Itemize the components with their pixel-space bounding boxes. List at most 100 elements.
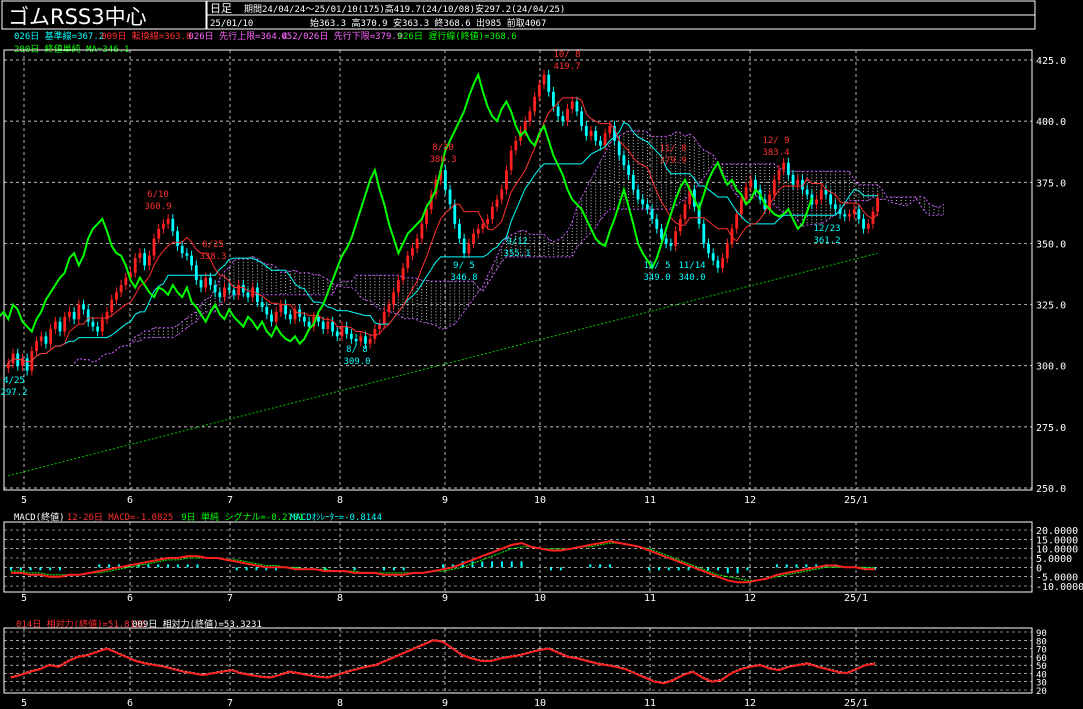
macd-plot xyxy=(9,540,877,584)
chart-canvas: ゴムRSS3中心 日足 期間24/04/24～25/01/10(175)高419… xyxy=(0,0,1083,709)
annotation-value: 360.9 xyxy=(144,202,171,212)
span-b-line xyxy=(73,163,944,364)
candle-body xyxy=(786,162,790,175)
period-info: 期間24/04/24～25/01/10(175)高419.7(24/10/08)… xyxy=(244,3,565,15)
tenkan-line xyxy=(7,97,879,364)
candle-body xyxy=(744,187,748,200)
annotation-date: 12/ 9 xyxy=(762,136,789,146)
candle-body xyxy=(411,248,414,256)
candle-body xyxy=(636,189,640,200)
candle-body xyxy=(6,363,10,369)
candle-body xyxy=(364,336,367,344)
candle-body xyxy=(631,174,635,190)
candle-body xyxy=(354,338,358,342)
candle-body xyxy=(349,333,353,339)
candle-body xyxy=(796,179,800,185)
macd-legend-item: MACD(終値) xyxy=(14,511,65,523)
candle-body xyxy=(166,218,170,224)
candle-body xyxy=(44,336,48,344)
candle-body xyxy=(143,253,147,266)
candle-body xyxy=(599,140,602,146)
candle-body xyxy=(124,277,128,286)
annotation-date: 4/25 xyxy=(3,376,25,386)
candle-body xyxy=(566,108,569,122)
candle-body xyxy=(345,326,349,334)
candle-body xyxy=(528,111,532,122)
annotation-date: 8/ 8 xyxy=(346,345,368,355)
candle-body xyxy=(218,292,222,298)
candle-body xyxy=(157,228,161,239)
annotation-date: 12/23 xyxy=(813,224,840,234)
candle-body xyxy=(255,287,259,303)
y-tick-label: -10.0000 xyxy=(1036,582,1083,593)
x-tick-label: 5 xyxy=(21,495,27,506)
candle-body xyxy=(392,292,396,305)
annotation-date: 9/12 xyxy=(506,237,528,247)
x-tick-label-rsi: 8 xyxy=(337,698,343,709)
candle-body xyxy=(265,307,269,315)
y-tick-label: 250.0 xyxy=(1036,484,1066,495)
legend: 026日 基準線=367.2009日 転換線=363.8026日 先行上限=36… xyxy=(14,30,517,55)
candle-body xyxy=(721,258,724,268)
candle-body xyxy=(204,277,208,288)
candle-body xyxy=(495,199,499,207)
candle-body xyxy=(415,238,419,249)
candle-body xyxy=(331,321,334,332)
candle-body xyxy=(63,316,67,332)
candle-body xyxy=(68,311,71,317)
candle-body xyxy=(829,194,833,205)
candle-body xyxy=(490,206,494,219)
x-tick-label: 9 xyxy=(442,495,448,506)
candle-body xyxy=(833,204,837,210)
annotation-date: 10/ 8 xyxy=(553,50,580,60)
candle-body xyxy=(368,338,372,344)
candle-body xyxy=(650,209,654,219)
x-tick-label-macd: 10 xyxy=(534,593,546,604)
y-tick-label: 275.0 xyxy=(1036,423,1066,434)
annotation-date: 8/30 xyxy=(432,143,454,153)
macd-legend: MACD(終値) 12-26日 MACD=-1.0825 9日 単純 シグナル=-0… xyxy=(14,511,382,523)
candle-body xyxy=(791,174,795,185)
annotation-value: 355.1 xyxy=(503,249,530,259)
candle-body xyxy=(190,255,194,266)
rsi-plot xyxy=(10,638,876,685)
candle-body xyxy=(91,321,95,327)
candle-body xyxy=(716,260,720,268)
candle-body xyxy=(462,238,466,254)
annotation-date: 11/ 8 xyxy=(659,144,686,154)
candle-body xyxy=(340,326,344,337)
candle-body xyxy=(194,265,198,281)
macd-legend-item: MACDｵｼﾚｰﾀｰ=-0.8144 xyxy=(290,512,382,523)
candle-body xyxy=(815,199,818,205)
candle-body xyxy=(561,116,565,122)
chikou-line xyxy=(0,71,813,346)
candle-body xyxy=(100,319,104,332)
annotation-value: 419.7 xyxy=(553,62,580,72)
candle-body xyxy=(223,287,226,298)
candle-body xyxy=(848,214,851,217)
candle-body xyxy=(77,304,81,320)
annotation-value: 361.2 xyxy=(813,236,840,246)
annotation-date: 11/ 5 xyxy=(643,261,670,271)
candle-body xyxy=(171,218,175,232)
candle-body xyxy=(556,106,560,117)
annotation-date: 11/14 xyxy=(678,261,705,271)
candle-body xyxy=(655,218,659,229)
rsi-grid xyxy=(4,628,1032,693)
candle-body xyxy=(664,238,668,244)
candle-body xyxy=(866,223,870,229)
candle-body xyxy=(772,179,776,195)
candle-body xyxy=(58,321,62,332)
y-tick-label: 425.0 xyxy=(1036,56,1066,67)
candle-body xyxy=(420,223,424,239)
macd-grid xyxy=(4,522,1032,592)
candle-body xyxy=(862,218,865,229)
candle-body xyxy=(284,304,287,315)
legend-item: 009日 転換線=363.8 xyxy=(101,30,191,42)
macd-panel: MACD(終値) 12-26日 MACD=-1.0825 9日 単純 シグナル=-0… xyxy=(3,511,1083,593)
candle-body xyxy=(458,223,461,239)
candle-body xyxy=(645,204,649,210)
rsi9-line xyxy=(10,638,876,684)
candle-body xyxy=(96,326,100,332)
candle-body xyxy=(542,74,546,85)
